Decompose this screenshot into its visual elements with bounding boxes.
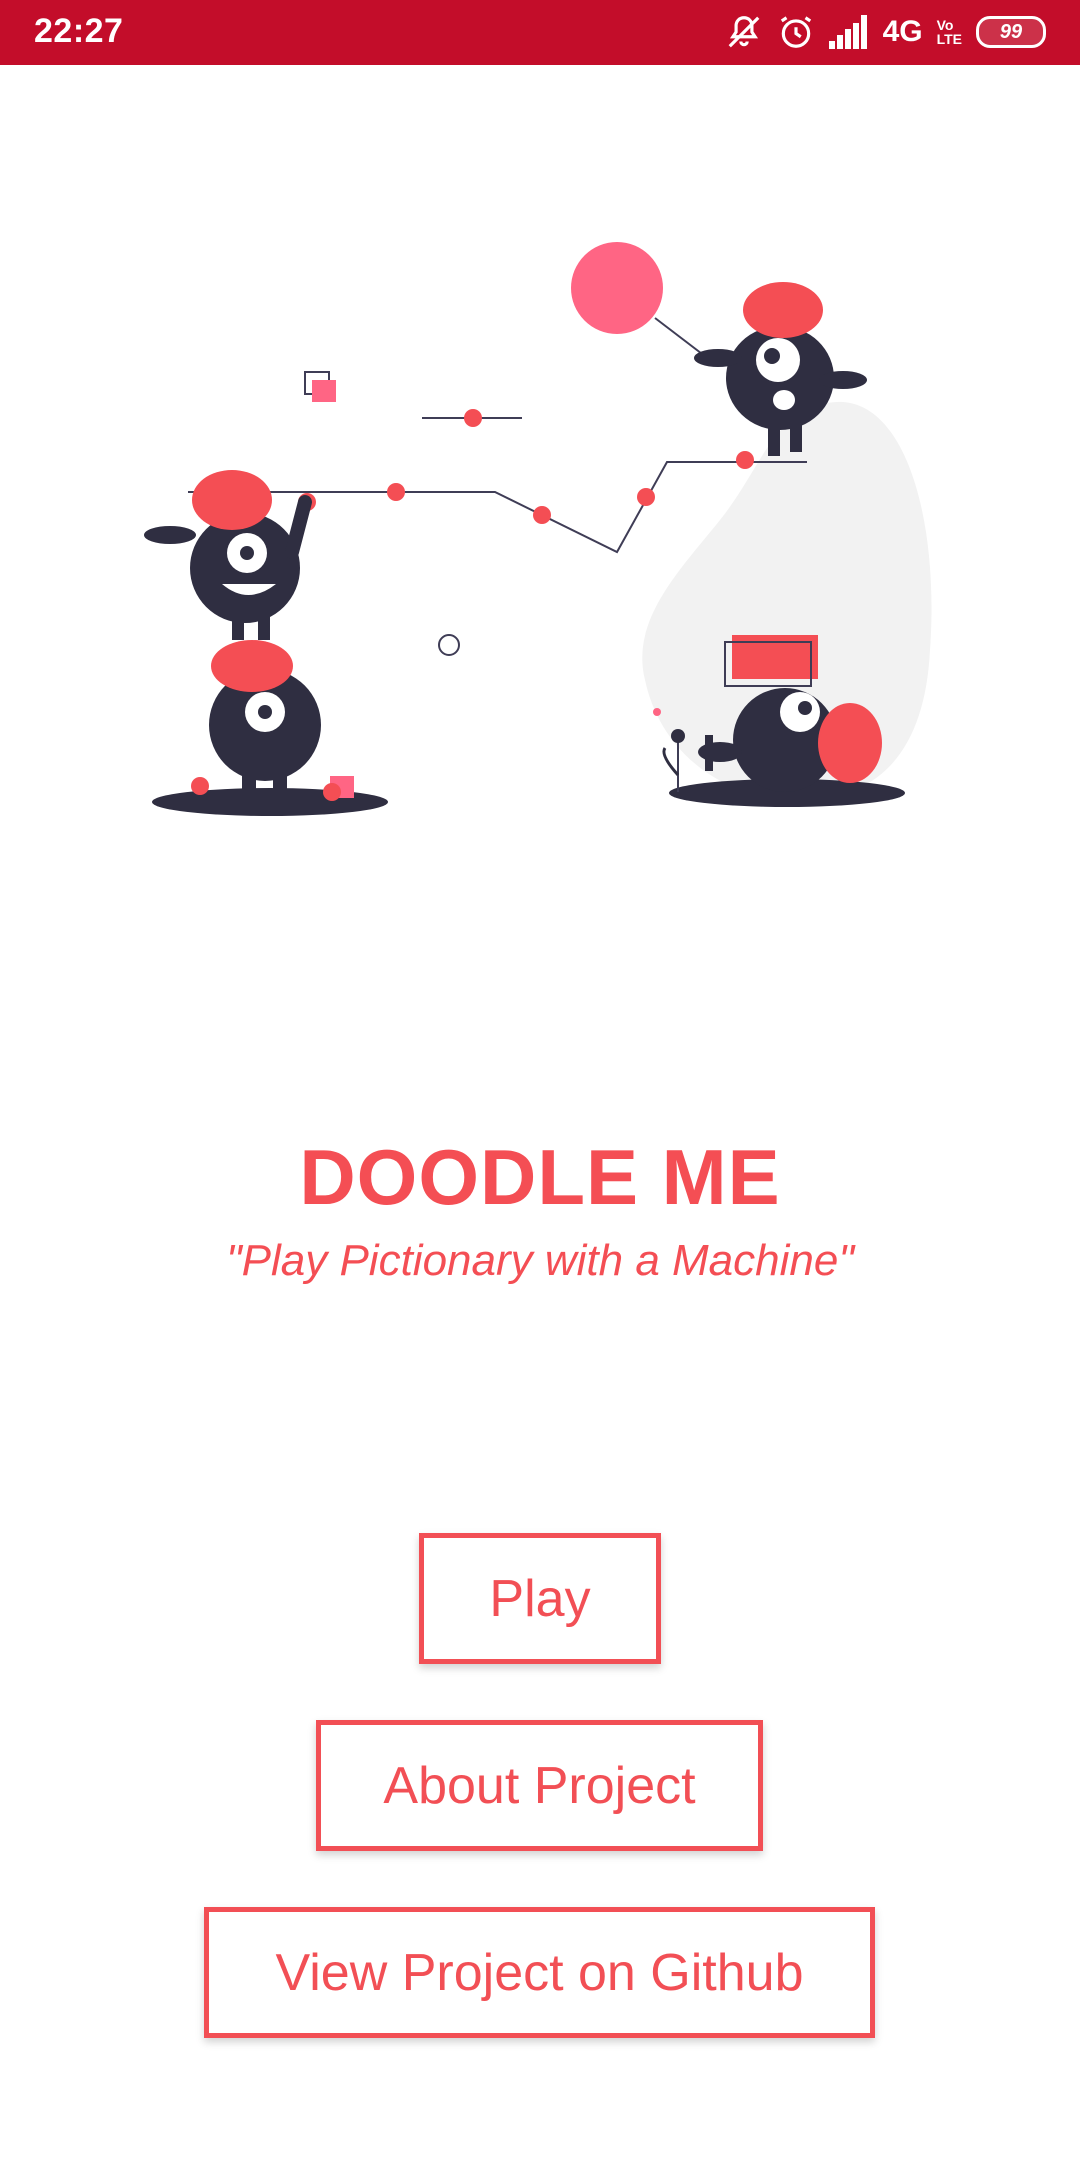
monster-top-left-hat bbox=[192, 470, 272, 530]
about-project-button-label: About Project bbox=[383, 1756, 696, 1815]
notifications-off-icon bbox=[725, 13, 763, 51]
volte-top: Vo bbox=[936, 17, 954, 33]
square-pink bbox=[312, 380, 336, 402]
view-github-button[interactable]: View Project on Github bbox=[204, 1907, 875, 2038]
about-project-button[interactable]: About Project bbox=[316, 1720, 763, 1851]
monster-top-right-hat bbox=[743, 282, 823, 338]
app-tagline: "Play Pictionary with a Machine" bbox=[226, 1236, 854, 1285]
play-button-label: Play bbox=[489, 1569, 591, 1628]
status-time: 22:27 bbox=[34, 12, 124, 50]
app-title: DOODLE ME bbox=[299, 1133, 781, 1221]
monster-bottom-hat bbox=[211, 640, 293, 692]
status-bar: 22:27 4G Vo LTE 99 bbox=[0, 0, 1080, 65]
hero-illustration bbox=[144, 242, 932, 816]
play-button[interactable]: Play bbox=[419, 1533, 661, 1664]
signal-icon bbox=[828, 15, 869, 49]
line-dot bbox=[736, 451, 754, 469]
monster-lying-hat bbox=[818, 703, 882, 783]
balloon bbox=[571, 242, 663, 334]
volte-indicator: Vo LTE bbox=[937, 18, 962, 46]
network-type: 4G bbox=[882, 15, 923, 48]
line-dot bbox=[533, 506, 551, 524]
line-dot bbox=[387, 483, 405, 501]
volte-bottom: LTE bbox=[936, 31, 962, 47]
line-dot bbox=[637, 488, 655, 506]
battery-level: 99 bbox=[999, 20, 1023, 43]
circle-outline bbox=[438, 634, 460, 656]
battery-icon: 99 bbox=[976, 16, 1046, 48]
status-icons: 4G Vo LTE 99 bbox=[725, 10, 1046, 54]
view-github-button-label: View Project on Github bbox=[275, 1943, 804, 2002]
short-line-dot bbox=[464, 409, 482, 427]
alarm-icon bbox=[777, 13, 815, 51]
